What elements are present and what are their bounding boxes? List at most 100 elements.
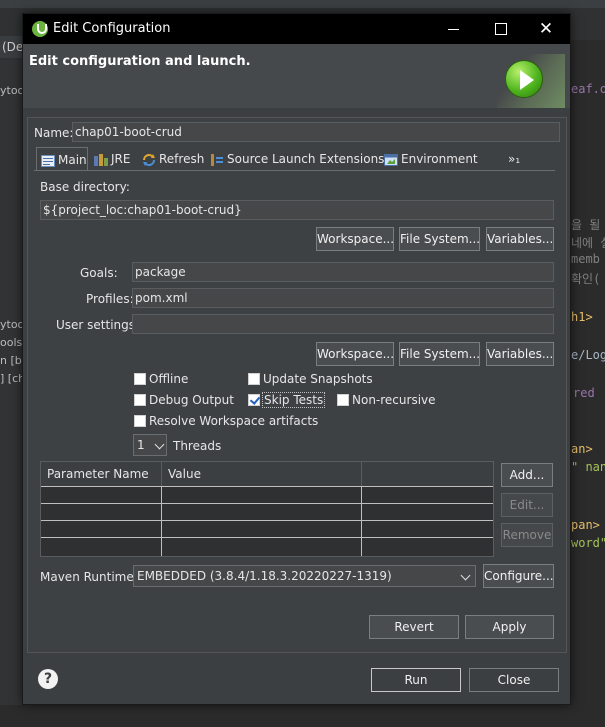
debug-output-checkbox[interactable] xyxy=(134,394,146,406)
code-line: red xyxy=(573,386,595,400)
dialog-title: Edit Configuration xyxy=(53,21,171,36)
jre-tab-icon xyxy=(94,153,108,166)
remove-parameter-button[interactable]: Remove xyxy=(501,523,553,547)
code-line: eaf.o xyxy=(571,82,605,96)
ide-left-line: ytoo xyxy=(0,318,25,331)
offline-label[interactable]: Offline xyxy=(149,372,188,386)
tabs-divider xyxy=(34,170,555,171)
run-button[interactable]: Run xyxy=(371,668,461,692)
file-system-button[interactable]: File System... xyxy=(399,227,480,251)
debug-output-label[interactable]: Debug Output xyxy=(149,393,234,407)
threads-select[interactable]: 1 xyxy=(133,434,167,456)
skip-tests-label[interactable]: Skip Tests xyxy=(261,392,326,408)
user-settings-field[interactable] xyxy=(132,314,554,334)
user-settings-label: User settings: xyxy=(56,318,140,332)
tab-environment-label: Environment xyxy=(401,152,478,166)
table-row[interactable] xyxy=(41,537,493,554)
header-banner xyxy=(497,54,565,108)
base-directory-field[interactable]: ${project_loc:chap01-boot-crud} xyxy=(40,200,554,220)
minimize-button[interactable] xyxy=(431,14,477,44)
edit-configuration-dialog: Edit Configuration ✕ Edit configuration … xyxy=(22,13,571,705)
workspace-button[interactable]: Workspace... xyxy=(316,227,394,251)
user-settings-workspace-button[interactable]: Workspace... xyxy=(316,342,394,366)
source-tab-icon xyxy=(211,153,223,166)
goals-label: Goals: xyxy=(80,266,118,280)
profiles-label: Profiles: xyxy=(86,292,134,306)
code-line: word" xyxy=(571,536,605,550)
tab-main-label: Main xyxy=(58,153,87,167)
add-parameter-button[interactable]: Add... xyxy=(501,463,553,487)
table-row[interactable] xyxy=(41,503,493,520)
tab-environment[interactable]: Environment xyxy=(380,147,480,171)
column-parameter-name[interactable]: Parameter Name xyxy=(41,462,162,486)
name-label: Name: xyxy=(34,126,74,140)
configure-button[interactable]: Configure... xyxy=(483,564,554,588)
environment-tab-icon xyxy=(384,153,398,166)
maven-runtime-value: EMBEDDED (3.8.4/1.18.3.20220227-1319) xyxy=(137,569,392,583)
tab-overflow[interactable]: »₁ xyxy=(508,147,532,171)
update-snapshots-checkbox[interactable] xyxy=(248,373,260,385)
tab-source[interactable]: Source xyxy=(206,147,269,171)
offline-checkbox[interactable] xyxy=(134,373,146,385)
table-row[interactable] xyxy=(41,486,493,503)
maximize-button[interactable] xyxy=(477,14,523,44)
maven-runtime-label: Maven Runtime: xyxy=(40,570,138,584)
user-settings-variables-button[interactable]: Variables... xyxy=(486,342,554,366)
ide-bottom-area xyxy=(0,705,605,727)
resolve-workspace-label[interactable]: Resolve Workspace artifacts xyxy=(149,414,318,428)
apply-button[interactable]: Apply xyxy=(465,615,554,639)
threads-value: 1 xyxy=(137,438,145,452)
table-column-divider xyxy=(361,486,362,556)
close-button[interactable]: Close xyxy=(469,668,559,692)
code-line: e/Log xyxy=(571,348,605,362)
main-tab-icon xyxy=(41,154,55,167)
tab-launch-extensions-label: Launch Extensions xyxy=(272,152,385,166)
ide-code-editor: eaf.o 을 될 네에 실 memb 확인( h1> e/Log red an… xyxy=(571,40,605,727)
resolve-workspace-checkbox[interactable] xyxy=(134,415,146,427)
user-settings-file-system-button[interactable]: File System... xyxy=(399,342,480,366)
spring-app-icon xyxy=(32,21,48,37)
column-extra xyxy=(362,462,493,486)
profiles-field[interactable]: pom.xml xyxy=(132,288,554,308)
edit-parameter-button[interactable]: Edit... xyxy=(501,493,553,517)
tab-jre-label: JRE xyxy=(111,152,131,166)
skip-tests-checkbox[interactable] xyxy=(248,394,260,406)
dialog-header: Edit configuration and launch. xyxy=(23,44,570,108)
revert-button[interactable]: Revert xyxy=(369,615,459,639)
chevron-down-icon xyxy=(154,439,165,450)
close-window-button[interactable]: ✕ xyxy=(523,14,569,44)
tab-source-label: Source xyxy=(227,152,269,166)
chevron-down-icon xyxy=(460,570,471,581)
dialog-titlebar[interactable]: Edit Configuration ✕ xyxy=(23,14,570,44)
variables-button[interactable]: Variables... xyxy=(486,227,554,251)
table-row[interactable] xyxy=(41,520,493,537)
tab-launch-extensions[interactable]: Launch Extensions xyxy=(270,147,384,171)
tab-main[interactable]: Main xyxy=(36,147,88,171)
code-line: pan> xyxy=(571,518,600,532)
code-line: 을 될 xyxy=(571,218,601,232)
tab-refresh-label: Refresh xyxy=(159,152,205,166)
base-directory-label: Base directory: xyxy=(40,180,130,194)
code-line: an> xyxy=(571,442,593,456)
tab-refresh[interactable]: Refresh xyxy=(138,147,204,171)
goals-field[interactable]: package xyxy=(132,262,554,282)
non-recursive-label[interactable]: Non-recursive xyxy=(352,393,436,407)
non-recursive-checkbox[interactable] xyxy=(337,394,349,406)
ide-left-line: ytoo xyxy=(0,84,25,97)
code-line: 확인( xyxy=(571,272,601,286)
column-value[interactable]: Value xyxy=(162,462,362,486)
tab-overflow-label: »₁ xyxy=(508,152,521,166)
code-line: " nan xyxy=(571,460,605,474)
update-snapshots-label[interactable]: Update Snapshots xyxy=(263,372,373,386)
tab-jre[interactable]: JRE xyxy=(90,147,136,171)
ide-top-strip xyxy=(0,0,605,8)
parameter-table[interactable]: Parameter Name Value xyxy=(40,461,494,557)
code-line: memb xyxy=(571,252,600,266)
name-field[interactable]: chap01-boot-crud xyxy=(72,122,560,142)
code-line: h1> xyxy=(571,310,593,324)
maven-runtime-select[interactable]: EMBEDDED (3.8.4/1.18.3.20220227-1319) xyxy=(133,565,476,587)
help-icon[interactable]: ? xyxy=(38,669,58,689)
run-launch-icon xyxy=(505,60,543,98)
header-title: Edit configuration and launch. xyxy=(29,54,251,69)
refresh-tab-icon xyxy=(143,153,155,166)
